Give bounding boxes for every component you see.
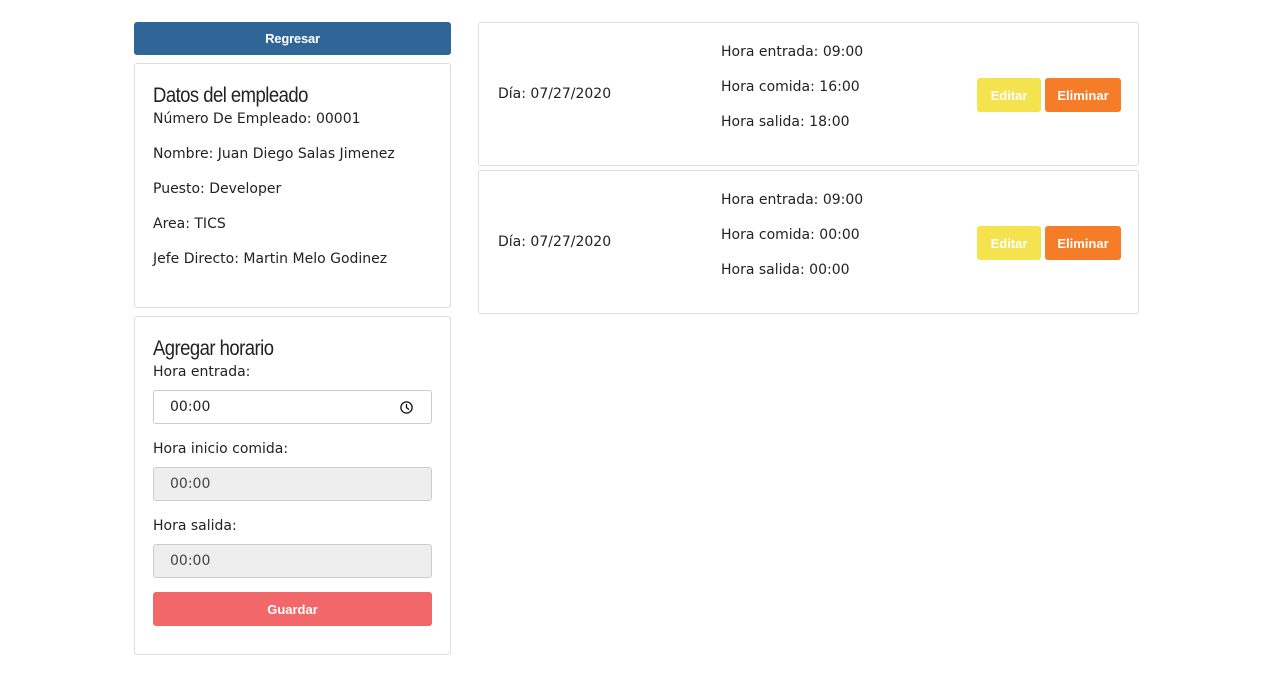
edit-button[interactable]: Editar [977,226,1041,260]
left-column: Regresar Datos del empleado Número De Em… [134,22,451,655]
lunch-time-input: 00:00 [153,467,432,501]
delete-button[interactable]: Eliminar [1045,78,1121,112]
entry-time-value: 00:00 [170,399,211,415]
clock-icon[interactable] [400,401,413,414]
exit-time-label: Hora salida: [153,518,237,534]
record-lunch-time: Hora comida: 16:00 [721,79,860,95]
record-entry-time: Hora entrada: 09:00 [721,192,864,208]
record-day: Día: 07/27/2020 [498,234,612,250]
lunch-time-label: Hora inicio comida: [153,441,289,457]
record-day: Día: 07/27/2020 [498,86,612,102]
record-exit-time: Hora salida: 00:00 [721,262,850,278]
employee-area: Area: TICS [153,216,226,232]
record-times: Hora entrada: 09:00 Hora comida: 16:00 H… [721,44,863,131]
employee-card: Datos del empleado Número De Empleado: 0… [134,63,451,308]
employee-number: Número De Empleado: 00001 [153,111,361,127]
entry-time-label: Hora entrada: [153,364,251,380]
schedule-record: Día: 07/27/2020 Hora entrada: 09:00 Hora… [478,170,1139,314]
delete-button[interactable]: Eliminar [1045,226,1121,260]
schedule-form-card: Agregar horario Hora entrada: 00:00 Hora… [134,316,451,655]
record-entry-time: Hora entrada: 09:00 [721,44,864,60]
employee-manager: Jefe Directo: Martin Melo Godinez [153,251,388,267]
schedule-form-title: Agregar horario [153,337,274,360]
page: Regresar Datos del empleado Número De Em… [0,0,1280,689]
schedule-record: Día: 07/27/2020 Hora entrada: 09:00 Hora… [478,22,1139,166]
back-button[interactable]: Regresar [134,22,451,55]
record-times: Hora entrada: 09:00 Hora comida: 00:00 H… [721,192,863,279]
entry-time-input[interactable]: 00:00 [153,390,432,424]
records-list: Día: 07/27/2020 Hora entrada: 09:00 Hora… [478,22,1139,314]
exit-time-input: 00:00 [153,544,432,578]
employee-name: Nombre: Juan Diego Salas Jimenez [153,146,395,162]
edit-button[interactable]: Editar [977,78,1041,112]
record-exit-time: Hora salida: 18:00 [721,114,850,130]
employee-card-title: Datos del empleado [153,84,308,107]
exit-time-value: 00:00 [170,553,211,569]
lunch-time-value: 00:00 [170,476,211,492]
record-lunch-time: Hora comida: 00:00 [721,227,860,243]
employee-position: Puesto: Developer [153,181,282,197]
save-button[interactable]: Guardar [153,592,432,626]
